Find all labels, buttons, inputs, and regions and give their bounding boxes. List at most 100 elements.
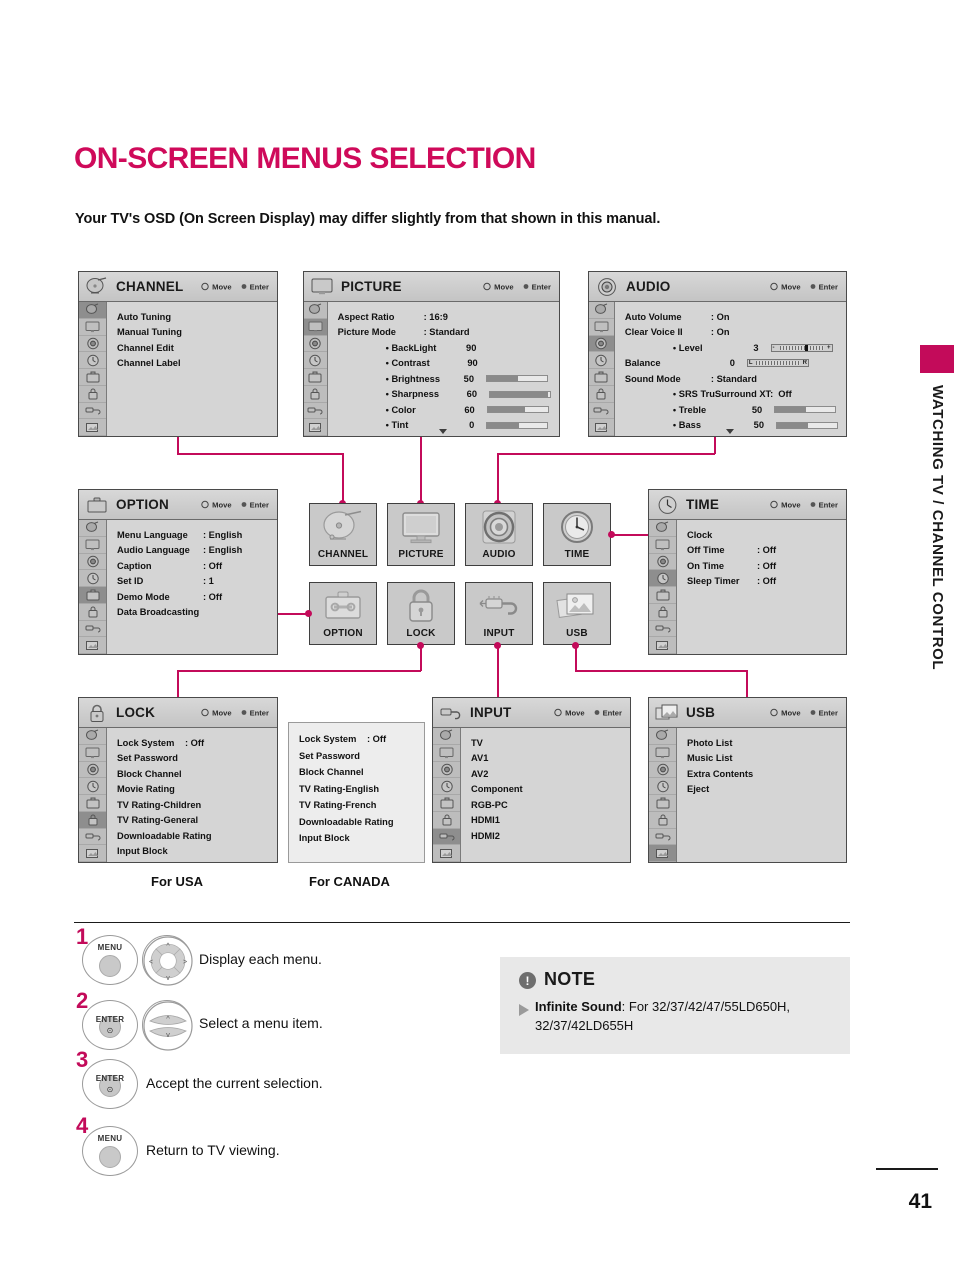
rail-icon-time[interactable]: [79, 778, 106, 795]
menu-row[interactable]: TV Rating-French: [299, 797, 414, 814]
rail-icon-input[interactable]: [79, 829, 106, 846]
rail-icon-picture[interactable]: [79, 745, 106, 762]
rail-icon-usb[interactable]: [79, 637, 106, 654]
rail-icon-option[interactable]: [79, 369, 106, 386]
menu-row[interactable]: • Contrast 90: [338, 356, 551, 372]
menu-row[interactable]: Set ID: 1: [117, 574, 269, 590]
menu-row[interactable]: Downloadable Rating: [299, 814, 414, 831]
icon-button-picture[interactable]: PICTURE: [387, 503, 455, 566]
menu-row[interactable]: Input Block: [117, 844, 269, 860]
enter-button-2[interactable]: ENTER ⊙: [82, 1000, 138, 1050]
menu-row[interactable]: Eject: [687, 782, 838, 798]
rail-icon-usb[interactable]: [304, 419, 327, 436]
rail-icon-option[interactable]: [433, 795, 460, 812]
menu-row[interactable]: Audio Language: English: [117, 543, 269, 559]
menu-button-4[interactable]: MENU: [82, 1126, 138, 1176]
menu-row[interactable]: TV: [471, 735, 622, 751]
rail-icon-channel[interactable]: [433, 728, 460, 745]
menu-row[interactable]: Channel Edit: [117, 340, 269, 356]
rail-icon-audio[interactable]: [79, 336, 106, 353]
menu-row[interactable]: Demo Mode: Off: [117, 589, 269, 605]
rail-icon-usb[interactable]: [79, 419, 106, 436]
button-circle[interactable]: [99, 955, 121, 977]
rail-icon-audio[interactable]: [433, 762, 460, 779]
menu-row[interactable]: Caption: Off: [117, 558, 269, 574]
rail-icon-option[interactable]: [589, 369, 614, 386]
rail-icon-time[interactable]: [79, 570, 106, 587]
osd-rail-lock[interactable]: [79, 728, 107, 862]
rail-icon-usb[interactable]: [649, 637, 676, 654]
rail-icon-usb[interactable]: [649, 845, 676, 862]
rail-icon-lock[interactable]: [649, 812, 676, 829]
rail-icon-time[interactable]: [589, 352, 614, 369]
rail-icon-audio[interactable]: [649, 554, 676, 571]
menu-row[interactable]: Aspect Ratio: 16:9: [338, 309, 551, 325]
menu-row[interactable]: Music List: [687, 751, 838, 767]
rail-icon-input[interactable]: [79, 403, 106, 420]
icon-button-input[interactable]: INPUT: [465, 582, 533, 645]
rail-icon-time[interactable]: [649, 778, 676, 795]
menu-row[interactable]: Manual Tuning: [117, 325, 269, 341]
rail-icon-lock[interactable]: [79, 604, 106, 621]
icon-button-audio[interactable]: AUDIO: [465, 503, 533, 566]
value-bar[interactable]: [486, 375, 549, 383]
icon-button-usb[interactable]: USB: [543, 582, 611, 645]
menu-row[interactable]: Movie Rating: [117, 782, 269, 798]
rail-icon-input[interactable]: [589, 403, 614, 420]
rail-icon-audio[interactable]: [589, 335, 614, 353]
rail-icon-lock[interactable]: [433, 812, 460, 829]
level-slider[interactable]: - +: [770, 343, 833, 352]
rail-icon-channel[interactable]: [649, 728, 676, 745]
rail-icon-time[interactable]: [79, 352, 106, 369]
rail-icon-usb[interactable]: [79, 845, 106, 862]
menu-row-balance[interactable]: Balance 0 LR: [625, 356, 838, 372]
rail-icon-audio[interactable]: [304, 336, 327, 353]
menu-button-1[interactable]: MENU: [82, 935, 138, 985]
rail-icon-picture[interactable]: [589, 319, 614, 336]
menu-row[interactable]: Sleep Timer: Off: [687, 574, 838, 590]
menu-row[interactable]: Lock System: Off: [117, 735, 269, 751]
menu-row[interactable]: Set Password: [117, 751, 269, 767]
menu-row[interactable]: Component: [471, 782, 622, 798]
menu-row[interactable]: Data Broadcasting: [117, 605, 269, 621]
menu-row[interactable]: Block Channel: [299, 764, 414, 781]
rail-icon-option[interactable]: [649, 795, 676, 812]
menu-row[interactable]: • Color 60: [338, 402, 551, 418]
rail-icon-picture[interactable]: [304, 318, 327, 336]
menu-row[interactable]: HDMI1: [471, 813, 622, 829]
rail-icon-option[interactable]: [649, 587, 676, 604]
value-bar[interactable]: [486, 421, 549, 429]
menu-row[interactable]: Input Block: [299, 830, 414, 847]
rail-icon-audio[interactable]: [79, 554, 106, 571]
menu-row[interactable]: Menu Language: English: [117, 527, 269, 543]
rail-icon-lock[interactable]: [304, 386, 327, 403]
osd-rail-time[interactable]: [649, 520, 677, 654]
rail-icon-input[interactable]: [649, 829, 676, 846]
scroll-down-icon[interactable]: [726, 429, 735, 434]
menu-row[interactable]: Auto Volume: On: [625, 309, 838, 325]
menu-row[interactable]: TV Rating-English: [299, 781, 414, 798]
rail-icon-input[interactable]: [433, 828, 460, 846]
rail-icon-channel[interactable]: [79, 728, 106, 745]
rail-icon-lock[interactable]: [79, 386, 106, 403]
rail-icon-input[interactable]: [304, 403, 327, 420]
osd-rail-option[interactable]: [79, 520, 107, 654]
menu-row[interactable]: Lock System: Off: [299, 731, 414, 748]
icon-button-lock[interactable]: LOCK: [387, 582, 455, 645]
menu-row[interactable]: Channel Label: [117, 356, 269, 372]
rail-icon-input[interactable]: [649, 621, 676, 638]
rail-icon-time[interactable]: [433, 778, 460, 795]
rail-icon-channel[interactable]: [304, 302, 327, 319]
rail-icon-channel[interactable]: [79, 302, 106, 319]
rail-icon-lock[interactable]: [589, 386, 614, 403]
four-way-pad-1[interactable]: ^ v < >: [142, 935, 193, 986]
menu-row[interactable]: Block Channel: [117, 766, 269, 782]
menu-row[interactable]: AV1: [471, 751, 622, 767]
icon-button-option[interactable]: OPTION: [309, 582, 377, 645]
rail-icon-picture[interactable]: [649, 745, 676, 762]
rail-icon-option[interactable]: [79, 587, 106, 604]
menu-row[interactable]: AV2: [471, 766, 622, 782]
menu-row[interactable]: HDMI2: [471, 828, 622, 844]
rail-icon-usb[interactable]: [433, 845, 460, 862]
rail-icon-option[interactable]: [79, 795, 106, 812]
